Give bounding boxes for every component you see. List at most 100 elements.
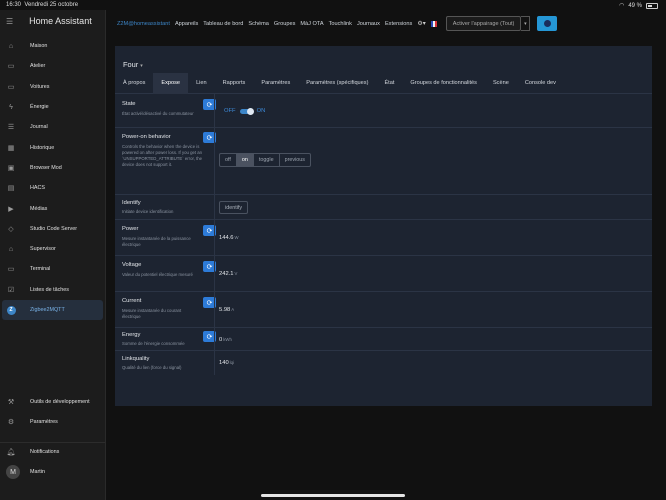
battery-percent: 49 % (628, 2, 642, 9)
sidebar-item-browser-mod[interactable]: ▣ Browser Mod (0, 158, 105, 178)
energy-value: 0kWh (219, 337, 232, 343)
browser-icon: ▣ (7, 164, 15, 172)
sidebar-item-label: Atelier (30, 63, 46, 70)
expose-row-power: Power Mesure instantanée de la puissance… (115, 220, 652, 256)
tab-rapports[interactable]: Rapports (215, 73, 254, 94)
tab--propos[interactable]: À propos (115, 73, 153, 94)
permit-join-dropdown[interactable]: ▾ (521, 16, 531, 31)
status-right: ◠ 49 % (619, 2, 658, 9)
expose-list: State État activé/désactivé du commutate… (115, 94, 652, 375)
power-on-option-previous[interactable]: previous (280, 154, 310, 166)
sidebar-item-label: Martin (30, 469, 45, 476)
sidebar-item-terminal[interactable]: ▭ Terminal (0, 259, 105, 279)
tab-console-dev[interactable]: Console dev (517, 73, 564, 94)
state-toggle[interactable]: OFF ON (224, 107, 266, 115)
sidebar-item-hacs[interactable]: ▤ HACS (0, 178, 105, 198)
sidebar-item--nergie[interactable]: ϟ Énergie (0, 97, 105, 117)
tab-lien[interactable]: Lien (188, 73, 215, 94)
tab-expose[interactable]: Expose (153, 72, 189, 94)
expose-description: Initiate device identification (122, 209, 174, 214)
code-icon: ◇ (8, 225, 14, 233)
sidebar-item-profile[interactable]: M Martin (0, 462, 105, 482)
sidebar-item-label: Journal (30, 124, 48, 131)
sidebar-item-label: Historique (30, 144, 55, 151)
sidebar-item-voitures[interactable]: ▭ Voitures (0, 77, 105, 97)
nav-links: Appareils Tableau de bord Schéma Groupes MàJ… (175, 21, 412, 27)
sidebar-item-m-dias[interactable]: ▶ Médias (0, 198, 105, 218)
expose-row-identify: Identify Initiate device identification … (115, 195, 652, 220)
menu-icon[interactable]: ☰ (6, 17, 13, 26)
tab-sc-ne[interactable]: Scène (485, 73, 517, 94)
permit-join-button[interactable]: Activer l'appairage (Tout) (445, 16, 522, 31)
checklist-icon: ☑ (7, 286, 15, 294)
tab--tat[interactable]: État (376, 73, 402, 94)
chart-icon: ▦ (7, 144, 15, 152)
nav-link-m-j-ota[interactable]: MàJ OTA (300, 21, 323, 27)
expose-row-state: State État activé/désactivé du commutate… (115, 94, 652, 128)
expose-label: Identify (122, 200, 141, 206)
sidebar-item-label: Paramètres (30, 419, 58, 426)
card-icon: ▭ (7, 63, 15, 71)
z2m-brand-link[interactable]: Z2M@homeassistant (117, 21, 170, 27)
wifi-icon: ◠ (619, 3, 625, 9)
power-on-option-toggle[interactable]: toggle (254, 154, 280, 166)
voltage-value: 242.1V (219, 271, 238, 277)
tab-param-tres-sp-cifiques-[interactable]: Paramètres (spécifiques) (298, 73, 376, 94)
sidebar-item-label: Outils de développement (30, 399, 90, 406)
status-time: 16:30 Vendredi 25 octobre (6, 2, 79, 8)
expose-label: Power-on behavior (122, 134, 171, 140)
sidebar-item-journal[interactable]: ☰ Journal (0, 117, 105, 137)
sidebar-item-label: Énergie (30, 104, 49, 111)
sidebar-item-supervisor[interactable]: ⌂ Supervisor (0, 239, 105, 259)
nav-link-tableau-de-bord[interactable]: Tableau de bord (203, 21, 243, 27)
home-indicator[interactable] (261, 494, 405, 497)
settings-gear-icon[interactable]: ⚙▾ (417, 20, 425, 27)
hacs-icon: ▤ (7, 185, 15, 193)
expose-description: Valeur du potentiel électrique mesuré (122, 272, 193, 277)
main-content: Z2M@homeassistant Appareils Tableau de bo… (107, 10, 666, 500)
device-select[interactable]: Four ▾ (123, 60, 143, 69)
z2m-top-nav: Z2M@homeassistant Appareils Tableau de bo… (107, 10, 666, 37)
state-switch[interactable] (239, 107, 254, 115)
supervisor-icon: ⌂ (8, 245, 14, 253)
sidebar-header: ☰ Home Assistant (0, 10, 105, 32)
nav-link-journaux[interactable]: Journaux (357, 21, 380, 27)
state-off-label: OFF (224, 108, 236, 114)
nav-link-sch-ma[interactable]: Schéma (248, 21, 269, 27)
battery-icon (646, 2, 658, 9)
expose-row-energy: Energy Somme de l'énergie consommée ⟳ 0k… (115, 328, 652, 351)
tab-groupes-de-fonctionnalit-s[interactable]: Groupes de fonctionnalités (402, 73, 485, 94)
sidebar-item-maison[interactable]: ⌂ Maison (0, 36, 105, 56)
nav-link-groupes[interactable]: Groupes (274, 21, 295, 27)
sidebar-item-label: Voitures (30, 83, 50, 90)
nav-link-appareils[interactable]: Appareils (175, 21, 198, 27)
nav-link-extensions[interactable]: Extensions (385, 21, 412, 27)
sidebar: ☰ Home Assistant ⌂ Maison ▭ Atelier ▭ Voiture… (0, 10, 106, 500)
sidebar-item-label: Terminal (30, 266, 51, 273)
language-flag-icon[interactable] (430, 20, 437, 27)
expose-description: Controls the behavior when the device is… (122, 144, 203, 167)
sidebar-item-studio-code-server[interactable]: ◇ Studio Code Server (0, 219, 105, 239)
identify-button[interactable]: identify (219, 201, 249, 214)
sidebar-item-atelier[interactable]: ▭ Atelier (0, 56, 105, 76)
sidebar-item-dev-tools[interactable]: ⚒ Outils de développement (0, 392, 105, 412)
sidebar-item-zigbee2mqtt[interactable]: Z Zigbee2MQTT (2, 299, 103, 321)
sidebar-item-listes-de-t-ches[interactable]: ☑ Listes de tâches (0, 280, 105, 300)
sidebar-item-notifications[interactable]: 🔔︎ Notifications (0, 442, 105, 462)
sidebar-item-label: Studio Code Server (30, 225, 78, 232)
power-on-option-on[interactable]: on (236, 154, 254, 166)
tab-param-tres[interactable]: Paramètres (253, 73, 298, 94)
card-icon: ▭ (7, 83, 15, 91)
state-on-label: ON (256, 108, 266, 114)
wrench-icon: ⚒ (7, 399, 15, 407)
expose-row-linkquality: Linkquality Qualité du lien (force du si… (115, 351, 652, 375)
expose-row-current: Current Mesure instantanée du courant él… (115, 292, 652, 328)
sidebar-item-label: HACS (30, 185, 45, 192)
permit-join-toggle-button[interactable] (537, 16, 558, 31)
sidebar-item-historique[interactable]: ▦ Historique (0, 137, 105, 157)
list-icon: ☰ (7, 124, 15, 132)
power-on-option-off[interactable]: off (220, 154, 237, 166)
sidebar-item-settings[interactable]: ⚙ Paramètres (0, 412, 105, 432)
expose-label: Power (122, 226, 139, 232)
nav-link-touchlink[interactable]: Touchlink (329, 21, 352, 27)
